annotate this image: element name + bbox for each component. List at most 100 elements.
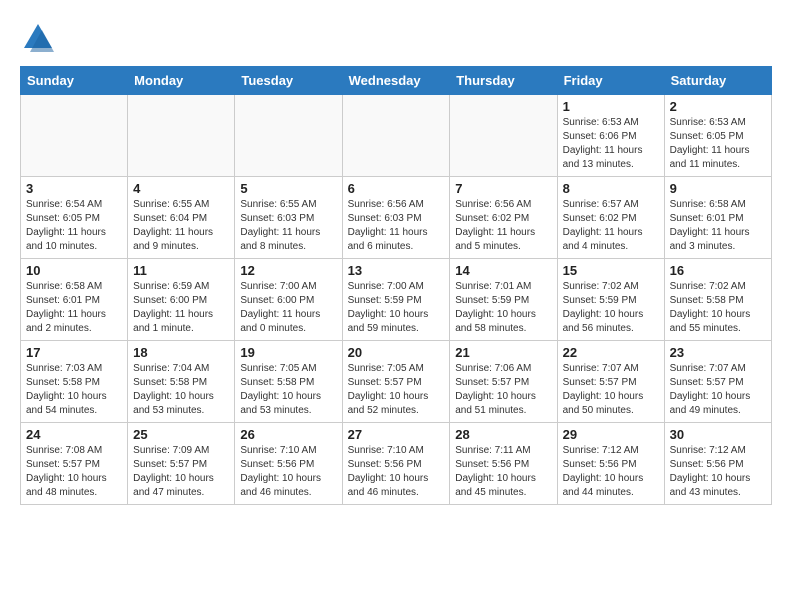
day-number: 25 [133, 427, 229, 442]
calendar-cell [128, 95, 235, 177]
day-info: Sunrise: 7:10 AM Sunset: 5:56 PM Dayligh… [348, 444, 445, 500]
calendar-cell: 12Sunrise: 7:00 AM Sunset: 6:00 PM Dayli… [235, 259, 342, 341]
calendar-week-row: 17 Sunrise: 7:03 AM Sunset: 5:58 PM Dayli… [21, 341, 772, 423]
calendar-week-row: 24Sunrise: 7:08 AM Sunset: 5:57 PM Dayli… [21, 423, 772, 505]
day-info: Sunrise: 7:11 AM Sunset: 5:56 PM Dayligh… [455, 444, 551, 500]
weekday-header: Monday [128, 67, 235, 95]
calendar-cell: 10 Sunrise: 6:58 AM Sunset: 6:01 PM Dayli… [21, 259, 128, 341]
calendar-cell [342, 95, 450, 177]
calendar-cell: 21 Sunrise: 7:06 AM Sunset: 5:57 PM Dayli… [450, 341, 557, 423]
calendar-cell: 29 Sunrise: 7:12 AM Sunset: 5:56 PM Dayli… [557, 423, 664, 505]
day-info: Sunrise: 6:53 AM Sunset: 6:06 PM Dayligh… [563, 116, 659, 172]
day-info: Sunrise: 7:02 AM Sunset: 5:58 PM Dayligh… [670, 280, 766, 336]
weekday-header: Tuesday [235, 67, 342, 95]
day-number: 8 [563, 181, 659, 196]
calendar-cell: 7Sunrise: 6:56 AM Sunset: 6:02 PM Daylig… [450, 177, 557, 259]
calendar-cell: 18 Sunrise: 7:04 AM Sunset: 5:58 PM Dayli… [128, 341, 235, 423]
day-info: Sunrise: 6:53 AM Sunset: 6:05 PM Dayligh… [670, 116, 766, 172]
day-number: 9 [670, 181, 766, 196]
calendar-cell: 20Sunrise: 7:05 AM Sunset: 5:57 PM Dayli… [342, 341, 450, 423]
calendar-cell: 17 Sunrise: 7:03 AM Sunset: 5:58 PM Dayli… [21, 341, 128, 423]
calendar-cell [235, 95, 342, 177]
day-number: 29 [563, 427, 659, 442]
day-info: Sunrise: 6:59 AM Sunset: 6:00 PM Dayligh… [133, 280, 229, 336]
day-info: Sunrise: 6:54 AM Sunset: 6:05 PM Dayligh… [26, 198, 122, 254]
day-info: Sunrise: 7:07 AM Sunset: 5:57 PM Dayligh… [563, 362, 659, 418]
day-number: 13 [348, 263, 445, 278]
day-number: 2 [670, 99, 766, 114]
day-info: Sunrise: 7:09 AM Sunset: 5:57 PM Dayligh… [133, 444, 229, 500]
calendar-cell: 4Sunrise: 6:55 AM Sunset: 6:04 PM Daylig… [128, 177, 235, 259]
calendar-cell: 2 Sunrise: 6:53 AM Sunset: 6:05 PM Daylig… [664, 95, 771, 177]
day-number: 14 [455, 263, 551, 278]
weekday-header: Friday [557, 67, 664, 95]
weekday-header: Saturday [664, 67, 771, 95]
calendar-cell: 30Sunrise: 7:12 AM Sunset: 5:56 PM Dayli… [664, 423, 771, 505]
calendar-week-row: 1 Sunrise: 6:53 AM Sunset: 6:06 PM Daylig… [21, 95, 772, 177]
calendar-cell: 22 Sunrise: 7:07 AM Sunset: 5:57 PM Dayli… [557, 341, 664, 423]
day-number: 11 [133, 263, 229, 278]
day-info: Sunrise: 6:56 AM Sunset: 6:02 PM Dayligh… [455, 198, 551, 254]
calendar-cell: 25 Sunrise: 7:09 AM Sunset: 5:57 PM Dayli… [128, 423, 235, 505]
day-info: Sunrise: 7:07 AM Sunset: 5:57 PM Dayligh… [670, 362, 766, 418]
day-number: 22 [563, 345, 659, 360]
weekday-header: Sunday [21, 67, 128, 95]
day-info: Sunrise: 7:03 AM Sunset: 5:58 PM Dayligh… [26, 362, 122, 418]
day-info: Sunrise: 6:58 AM Sunset: 6:01 PM Dayligh… [670, 198, 766, 254]
calendar-cell: 9 Sunrise: 6:58 AM Sunset: 6:01 PM Daylig… [664, 177, 771, 259]
header [20, 20, 772, 56]
day-number: 5 [240, 181, 336, 196]
day-info: Sunrise: 6:56 AM Sunset: 6:03 PM Dayligh… [348, 198, 445, 254]
day-info: Sunrise: 7:12 AM Sunset: 5:56 PM Dayligh… [563, 444, 659, 500]
calendar-cell: 16Sunrise: 7:02 AM Sunset: 5:58 PM Dayli… [664, 259, 771, 341]
calendar-cell: 28 Sunrise: 7:11 AM Sunset: 5:56 PM Dayli… [450, 423, 557, 505]
day-number: 27 [348, 427, 445, 442]
day-info: Sunrise: 7:01 AM Sunset: 5:59 PM Dayligh… [455, 280, 551, 336]
calendar-cell: 6 Sunrise: 6:56 AM Sunset: 6:03 PM Daylig… [342, 177, 450, 259]
weekday-header: Wednesday [342, 67, 450, 95]
day-number: 20 [348, 345, 445, 360]
calendar-header-row: SundayMondayTuesdayWednesdayThursdayFrid… [21, 67, 772, 95]
day-number: 18 [133, 345, 229, 360]
day-info: Sunrise: 7:04 AM Sunset: 5:58 PM Dayligh… [133, 362, 229, 418]
calendar-cell [21, 95, 128, 177]
day-number: 6 [348, 181, 445, 196]
day-number: 26 [240, 427, 336, 442]
day-number: 17 [26, 345, 122, 360]
day-info: Sunrise: 7:06 AM Sunset: 5:57 PM Dayligh… [455, 362, 551, 418]
calendar-cell: 13 Sunrise: 7:00 AM Sunset: 5:59 PM Dayli… [342, 259, 450, 341]
calendar-week-row: 3Sunrise: 6:54 AM Sunset: 6:05 PM Daylig… [21, 177, 772, 259]
day-number: 1 [563, 99, 659, 114]
calendar-cell: 23 Sunrise: 7:07 AM Sunset: 5:57 PM Dayli… [664, 341, 771, 423]
day-info: Sunrise: 7:00 AM Sunset: 6:00 PM Dayligh… [240, 280, 336, 336]
day-info: Sunrise: 7:05 AM Sunset: 5:58 PM Dayligh… [240, 362, 336, 418]
day-info: Sunrise: 7:00 AM Sunset: 5:59 PM Dayligh… [348, 280, 445, 336]
calendar-cell: 8 Sunrise: 6:57 AM Sunset: 6:02 PM Daylig… [557, 177, 664, 259]
day-info: Sunrise: 6:57 AM Sunset: 6:02 PM Dayligh… [563, 198, 659, 254]
day-info: Sunrise: 6:55 AM Sunset: 6:03 PM Dayligh… [240, 198, 336, 254]
day-info: Sunrise: 7:08 AM Sunset: 5:57 PM Dayligh… [26, 444, 122, 500]
day-number: 15 [563, 263, 659, 278]
calendar-cell: 11 Sunrise: 6:59 AM Sunset: 6:00 PM Dayli… [128, 259, 235, 341]
day-number: 4 [133, 181, 229, 196]
day-number: 10 [26, 263, 122, 278]
day-number: 19 [240, 345, 336, 360]
day-info: Sunrise: 7:02 AM Sunset: 5:59 PM Dayligh… [563, 280, 659, 336]
calendar-cell: 1 Sunrise: 6:53 AM Sunset: 6:06 PM Daylig… [557, 95, 664, 177]
calendar-cell: 15 Sunrise: 7:02 AM Sunset: 5:59 PM Dayli… [557, 259, 664, 341]
day-info: Sunrise: 6:58 AM Sunset: 6:01 PM Dayligh… [26, 280, 122, 336]
day-info: Sunrise: 7:12 AM Sunset: 5:56 PM Dayligh… [670, 444, 766, 500]
calendar-cell [450, 95, 557, 177]
calendar-cell: 19 Sunrise: 7:05 AM Sunset: 5:58 PM Dayli… [235, 341, 342, 423]
calendar-cell: 24Sunrise: 7:08 AM Sunset: 5:57 PM Dayli… [21, 423, 128, 505]
day-info: Sunrise: 7:10 AM Sunset: 5:56 PM Dayligh… [240, 444, 336, 500]
day-number: 21 [455, 345, 551, 360]
calendar-cell: 14 Sunrise: 7:01 AM Sunset: 5:59 PM Dayli… [450, 259, 557, 341]
calendar-cell: 3Sunrise: 6:54 AM Sunset: 6:05 PM Daylig… [21, 177, 128, 259]
calendar-week-row: 10 Sunrise: 6:58 AM Sunset: 6:01 PM Dayli… [21, 259, 772, 341]
day-number: 28 [455, 427, 551, 442]
logo [20, 20, 60, 56]
page: SundayMondayTuesdayWednesdayThursdayFrid… [0, 0, 792, 515]
day-number: 23 [670, 345, 766, 360]
calendar-table: SundayMondayTuesdayWednesdayThursdayFrid… [20, 66, 772, 505]
